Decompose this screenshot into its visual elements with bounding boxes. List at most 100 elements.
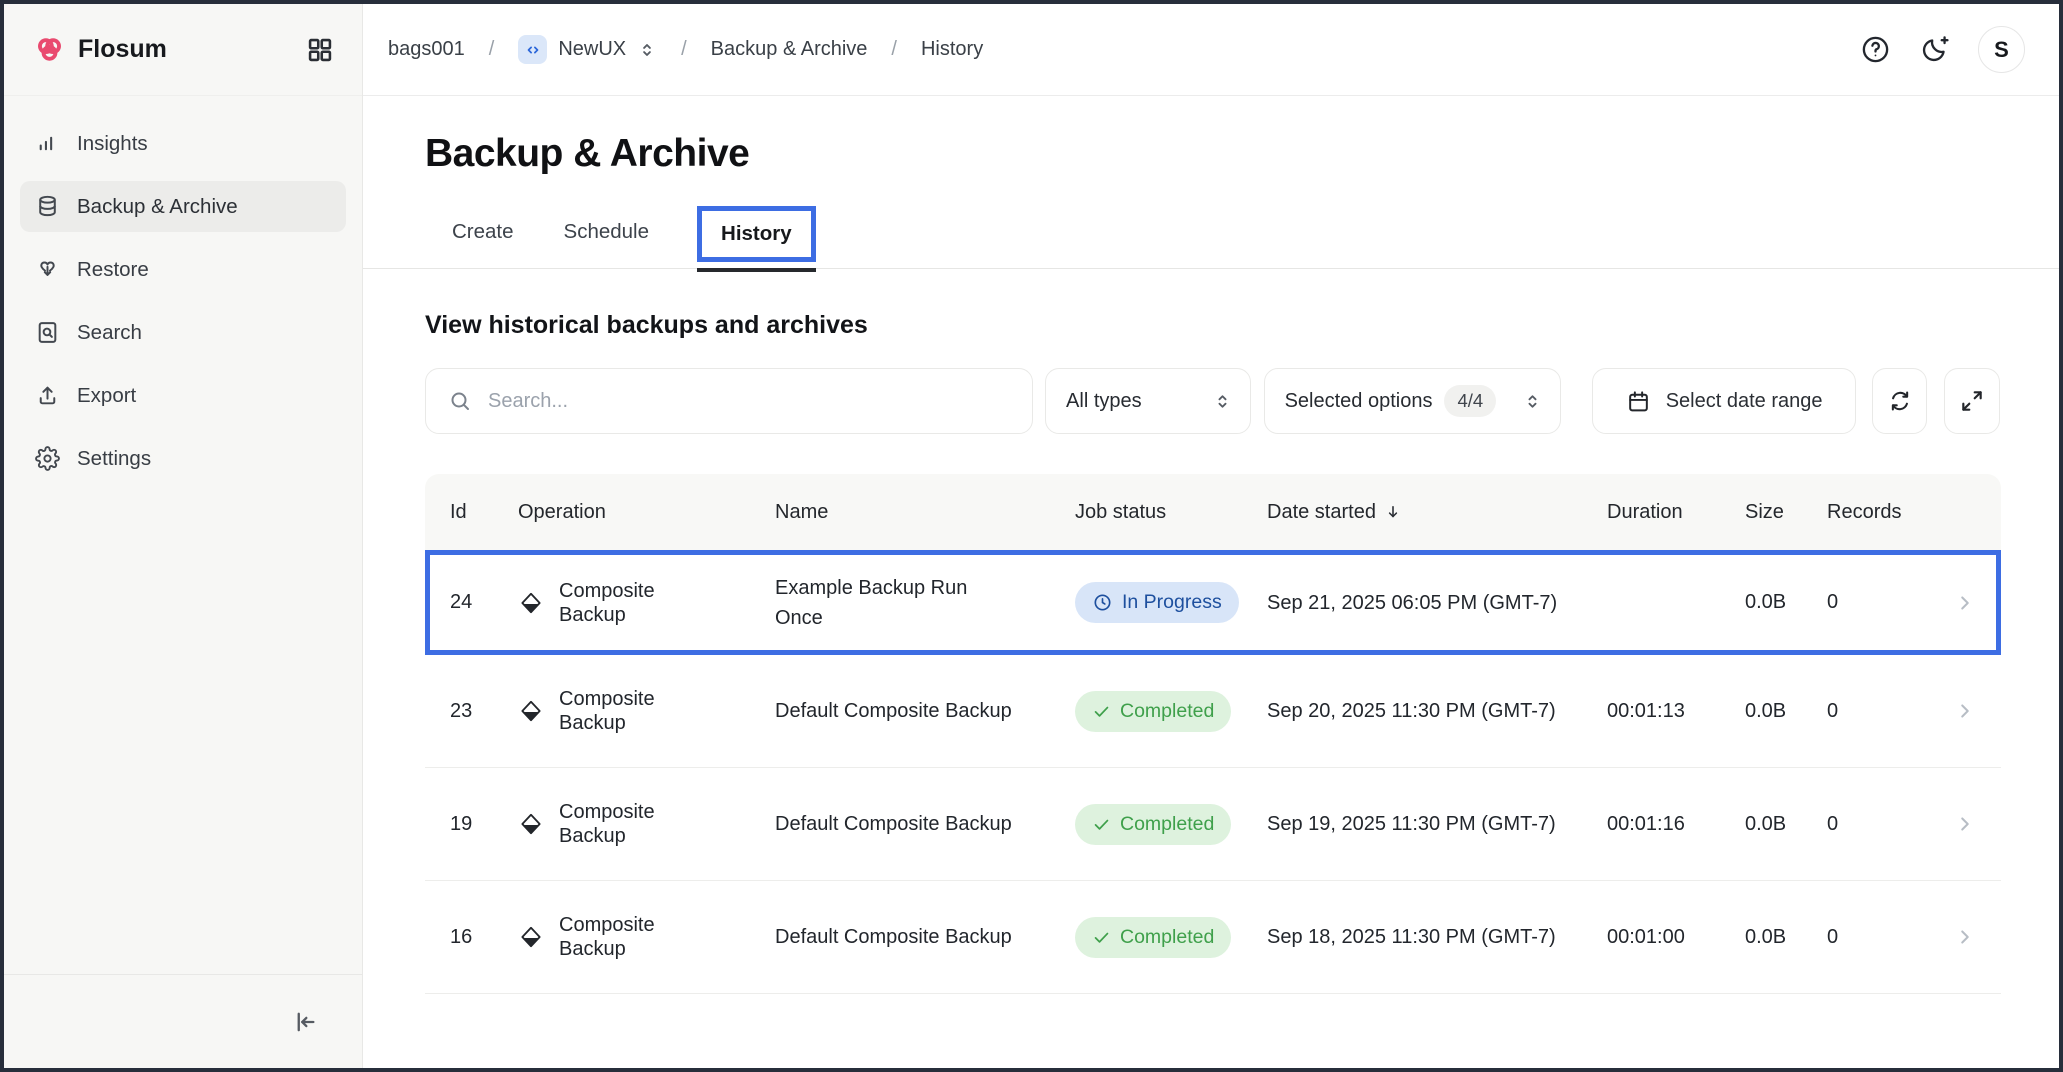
cell-id: 24 <box>450 591 518 614</box>
breadcrumb-env-label: NewUX <box>558 38 626 61</box>
chevron-updown-icon <box>637 40 657 60</box>
type-filter-value: All types <box>1066 390 1142 413</box>
code-icon <box>518 35 547 64</box>
composite-backup-icon <box>518 698 544 724</box>
cell-duration: 00:01:16 <box>1607 813 1745 836</box>
col-job-status[interactable]: Job status <box>1075 501 1267 524</box>
cell-duration: 00:01:13 <box>1607 700 1745 723</box>
breadcrumb-section[interactable]: Backup & Archive <box>711 38 868 61</box>
composite-backup-icon <box>518 924 544 950</box>
status-badge: Completed <box>1075 804 1231 845</box>
col-duration[interactable]: Duration <box>1607 501 1745 524</box>
composite-backup-icon <box>518 590 544 616</box>
breadcrumb-separator: / <box>681 38 687 61</box>
table-header: Id Operation Name Job status Date starte… <box>425 474 2001 550</box>
search-field[interactable] <box>425 368 1033 434</box>
topbar: bags001 / NewUX / Backup & Archive / His… <box>363 4 2059 96</box>
breadcrumb-separator: / <box>891 38 897 61</box>
sort-descending-icon <box>1384 503 1402 521</box>
sidebar-header: Flosum <box>4 4 362 96</box>
sidebar-item-label: Search <box>77 321 142 345</box>
expand-button[interactable] <box>1944 368 2000 434</box>
cell-operation: Composite Backup <box>518 800 775 848</box>
tab-bar: Create Schedule History <box>363 206 2059 269</box>
cell-size: 0.0B <box>1745 591 1827 614</box>
composite-backup-icon <box>518 811 544 837</box>
help-icon[interactable] <box>1860 34 1891 65</box>
cell-size: 0.0B <box>1745 926 1827 949</box>
refresh-button[interactable] <box>1872 368 1928 434</box>
col-name[interactable]: Name <box>775 501 1075 524</box>
sidebar-footer <box>4 974 362 1068</box>
cell-records: 0 <box>1827 591 1940 614</box>
status-badge: In Progress <box>1075 582 1239 623</box>
sidebar-item-restore[interactable]: Restore <box>20 244 346 295</box>
cell-name: Example Backup Run Once <box>775 573 1075 633</box>
date-range-button[interactable]: Select date range <box>1592 368 1856 434</box>
chevron-right-icon[interactable] <box>1954 700 1976 722</box>
avatar[interactable]: S <box>1978 26 2025 73</box>
cell-operation: Composite Backup <box>518 913 775 961</box>
breadcrumb-env-selector[interactable]: NewUX <box>518 35 657 64</box>
sidebar-item-label: Export <box>77 384 136 408</box>
topbar-actions: S <box>1860 26 2025 73</box>
tab-schedule[interactable]: Schedule <box>562 206 651 268</box>
cell-date-started: Sep 21, 2025 06:05 PM (GMT-7) <box>1267 588 1607 618</box>
sidebar-item-export[interactable]: Export <box>20 370 346 421</box>
table-row[interactable]: 16 Composite Backup Default Composite Ba… <box>425 881 2001 994</box>
chevron-updown-icon <box>1212 391 1233 412</box>
cell-size: 0.0B <box>1745 700 1827 723</box>
cell-records: 0 <box>1827 813 1940 836</box>
sidebar-item-settings[interactable]: Settings <box>20 433 346 484</box>
main-area: bags001 / NewUX / Backup & Archive / His… <box>363 4 2059 1068</box>
cell-records: 0 <box>1827 700 1940 723</box>
col-operation[interactable]: Operation <box>518 501 775 524</box>
status-badge: Completed <box>1075 917 1231 958</box>
col-date-started[interactable]: Date started <box>1267 501 1607 524</box>
breadcrumb-separator: / <box>489 38 495 61</box>
sidebar-item-search[interactable]: Search <box>20 307 346 358</box>
gear-icon <box>35 446 60 471</box>
options-filter-dropdown[interactable]: Selected options 4/4 <box>1264 368 1562 434</box>
breadcrumb-org[interactable]: bags001 <box>388 38 465 61</box>
cell-name: Default Composite Backup <box>775 809 1075 839</box>
tab-history[interactable]: History <box>697 206 816 262</box>
table-row[interactable]: 24 Composite Backup Example Backup Run O… <box>425 550 2001 655</box>
table-row[interactable]: 19 Composite Backup Default Composite Ba… <box>425 768 2001 881</box>
options-filter-label: Selected options <box>1285 390 1433 413</box>
cell-status: Completed <box>1075 691 1267 732</box>
chevron-right-icon[interactable] <box>1954 592 1976 614</box>
table-row[interactable]: 23 Composite Backup Default Composite Ba… <box>425 655 2001 768</box>
sidebar-item-insights[interactable]: Insights <box>20 118 346 169</box>
cell-records: 0 <box>1827 926 1940 949</box>
flosum-logo: Flosum <box>34 34 167 65</box>
sidebar-item-label: Insights <box>77 132 148 156</box>
cell-name: Default Composite Backup <box>775 696 1075 726</box>
chevron-updown-icon <box>1522 391 1543 412</box>
chevron-right-icon[interactable] <box>1954 813 1976 835</box>
collapse-sidebar-icon[interactable] <box>290 1008 318 1036</box>
sidebar-item-label: Backup & Archive <box>77 195 238 219</box>
cell-size: 0.0B <box>1745 813 1827 836</box>
col-id[interactable]: Id <box>450 501 518 524</box>
chevron-right-icon[interactable] <box>1954 926 1976 948</box>
search-input[interactable] <box>486 389 1010 414</box>
logo-text: Flosum <box>78 35 167 64</box>
sidebar-item-backup-archive[interactable]: Backup & Archive <box>20 181 346 232</box>
check-icon <box>1092 702 1111 721</box>
check-icon <box>1092 815 1111 834</box>
cell-date-started: Sep 18, 2025 11:30 PM (GMT-7) <box>1267 926 1607 949</box>
type-filter-dropdown[interactable]: All types <box>1045 368 1251 434</box>
apps-grid-icon[interactable] <box>306 36 334 64</box>
cell-status: Completed <box>1075 917 1267 958</box>
tab-create[interactable]: Create <box>450 206 516 268</box>
date-range-label: Select date range <box>1666 390 1823 413</box>
cell-operation: Composite Backup <box>518 687 775 735</box>
restore-heart-icon <box>35 257 60 282</box>
document-search-icon <box>35 320 60 345</box>
history-table: Id Operation Name Job status Date starte… <box>425 474 2001 994</box>
calendar-icon <box>1626 389 1651 414</box>
col-size[interactable]: Size <box>1745 501 1827 524</box>
dark-mode-moon-icon[interactable] <box>1919 34 1950 65</box>
col-records[interactable]: Records <box>1827 501 1940 524</box>
